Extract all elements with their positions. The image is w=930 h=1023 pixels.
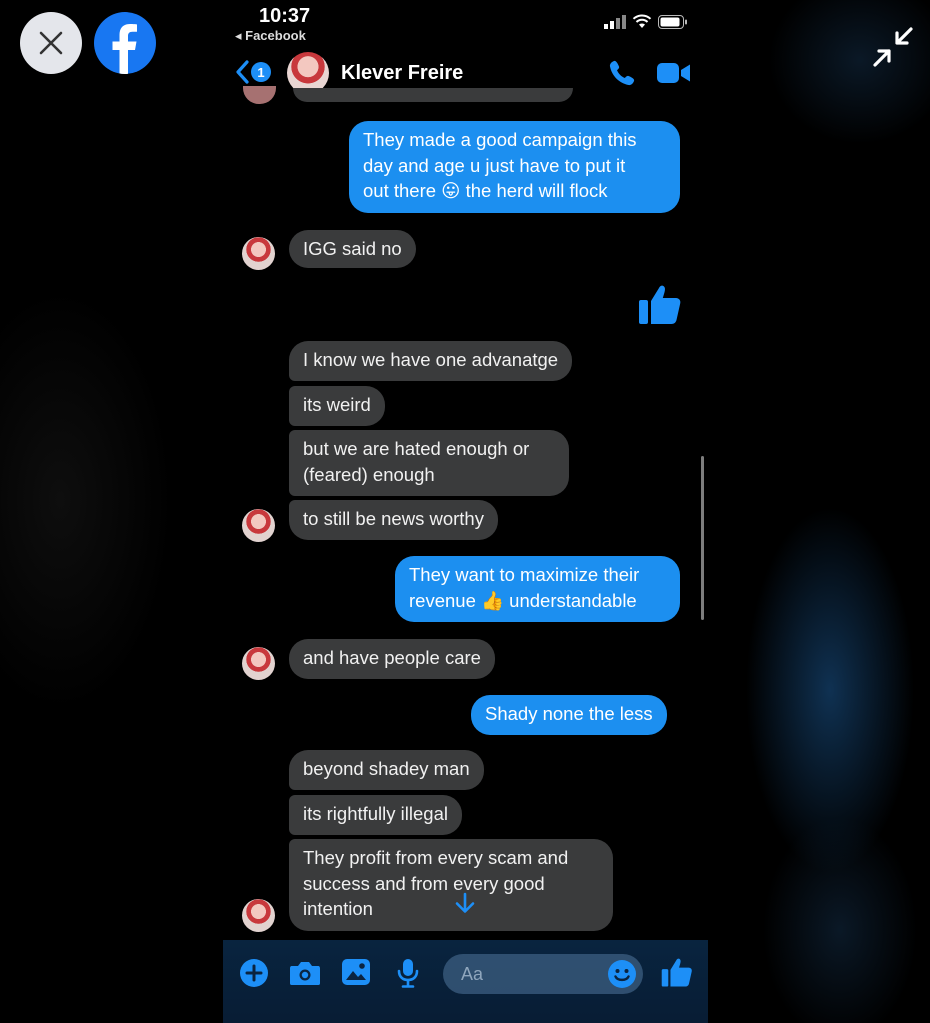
back-to-app-link[interactable]: ◂ Facebook xyxy=(235,28,306,44)
status-icons xyxy=(604,14,688,29)
message-incoming[interactable]: beyond shadey man xyxy=(289,750,484,790)
video-call-button[interactable] xyxy=(657,62,691,89)
camera-icon xyxy=(290,962,320,985)
more-actions-button[interactable] xyxy=(239,958,269,993)
audio-call-button[interactable] xyxy=(607,58,637,93)
composer-bar: Aa xyxy=(223,940,708,1023)
message-incoming[interactable]: to still be news worthy xyxy=(289,500,498,540)
contact-avatar-small xyxy=(242,509,275,542)
arrow-down-icon xyxy=(455,892,475,913)
message-incoming[interactable]: and have people care xyxy=(289,639,495,679)
avatar-partial xyxy=(243,86,276,104)
close-icon xyxy=(39,31,63,55)
message-outgoing[interactable]: They want to maximize their revenue 👍 un… xyxy=(395,556,680,622)
chevron-left-icon xyxy=(236,60,249,84)
signal-icon xyxy=(604,14,626,29)
image-icon xyxy=(342,959,370,985)
send-like-button[interactable] xyxy=(661,956,693,993)
message-incoming[interactable]: IGG said no xyxy=(289,230,416,268)
messenger-screen: 10:37 ◂ Facebook 1 Klever Freire They ma… xyxy=(223,0,708,1023)
scroll-to-bottom-button[interactable] xyxy=(445,883,485,923)
thumbs-up-icon xyxy=(639,285,681,324)
facebook-logo xyxy=(94,12,156,74)
facebook-f-icon xyxy=(112,24,137,74)
contact-avatar-small xyxy=(242,647,275,680)
like-reaction[interactable] xyxy=(638,282,682,331)
scrollbar[interactable] xyxy=(701,456,704,620)
message-bubble-partial xyxy=(293,88,573,102)
unread-badge: 1 xyxy=(251,62,271,82)
close-button[interactable] xyxy=(20,12,82,74)
back-button[interactable]: 1 xyxy=(235,60,271,84)
message-incoming[interactable]: but we are hated enough or (feared) enou… xyxy=(289,430,569,496)
message-outgoing[interactable]: Shady none the less xyxy=(471,695,667,735)
microphone-icon xyxy=(397,959,419,988)
collapse-arrows-icon xyxy=(873,27,913,67)
camera-button[interactable] xyxy=(289,958,321,993)
message-incoming[interactable]: I know we have one advanatge xyxy=(289,341,573,381)
phone-icon xyxy=(609,60,635,86)
wifi-icon xyxy=(632,14,652,28)
gallery-button[interactable] xyxy=(341,958,371,991)
smiley-icon xyxy=(608,960,636,988)
contact-avatar-small xyxy=(242,899,275,932)
emoji-button[interactable] xyxy=(607,959,637,994)
clock: 10:37 xyxy=(259,5,311,27)
contact-avatar-small xyxy=(242,237,275,270)
thumbs-up-icon xyxy=(661,958,692,987)
battery-icon xyxy=(658,14,687,29)
collapse-button[interactable] xyxy=(870,24,916,70)
contact-name[interactable]: Klever Freire xyxy=(341,62,463,85)
status-bar: 10:37 ◂ Facebook xyxy=(223,0,708,46)
message-outgoing[interactable]: They made a good campaign this day and a… xyxy=(349,121,680,213)
video-camera-icon xyxy=(657,63,690,83)
message-input[interactable]: Aa xyxy=(443,954,643,994)
plus-circle-icon xyxy=(240,959,268,987)
message-input-placeholder: Aa xyxy=(461,964,484,984)
voice-message-button[interactable] xyxy=(397,958,419,993)
message-incoming[interactable]: its weird xyxy=(289,386,385,426)
message-incoming[interactable]: its rightfully illegal xyxy=(289,795,462,835)
